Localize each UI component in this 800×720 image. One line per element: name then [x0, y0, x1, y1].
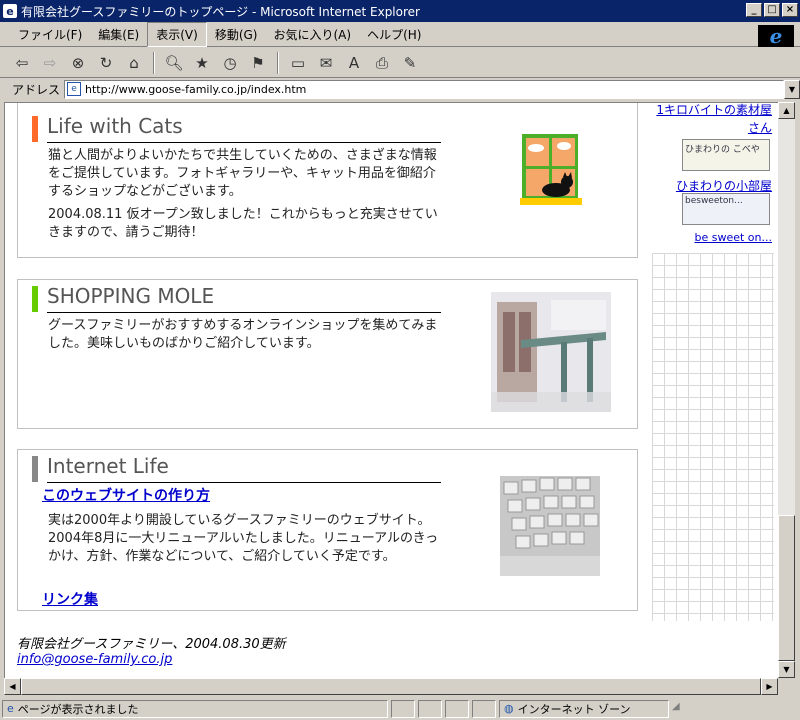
font-icon[interactable]: A: [342, 52, 366, 74]
sidebar-link-himawari[interactable]: ひまわりの小部屋: [676, 177, 772, 194]
menu-edit[interactable]: 編集(E): [90, 23, 147, 46]
forward-icon[interactable]: ⇨: [38, 52, 62, 74]
horizontal-scrollbar[interactable]: ◀ ▶: [4, 678, 778, 695]
cats-rule: [47, 142, 441, 143]
fullscreen-icon[interactable]: ▭: [286, 52, 310, 74]
shopping-text: グースファミリーがおすすめするオンラインショップを集めてみました。美味しいものば…: [48, 318, 438, 351]
internet-accent-bar: [32, 456, 38, 482]
status-text-pane: e ページが表示されました: [2, 699, 388, 718]
edit-icon[interactable]: ✎: [398, 52, 422, 74]
shop-window-image: [491, 292, 611, 412]
sidebar-banner-besweeton[interactable]: besweeton...: [682, 193, 770, 225]
status-pane-empty-1: [391, 699, 415, 718]
section-shopping: SHOPPING MOLE グースファミリーがおすすめするオンラインショップを集…: [17, 279, 638, 429]
ie-page-icon[interactable]: e: [3, 4, 17, 18]
address-label: アドレス: [12, 82, 61, 97]
close-button[interactable]: ×: [782, 3, 798, 17]
print-icon[interactable]: ⎙: [370, 52, 394, 74]
title-bar: e 有限会社グースファミリーのトップページ - Microsoft Intern…: [0, 0, 800, 22]
status-pane-empty-4: [472, 699, 496, 718]
sidebar-link-1kb[interactable]: 1キロバイトの素材屋さん: [654, 103, 772, 137]
footer-company: 有限会社グースファミリー、2004.08.30更新: [17, 637, 286, 652]
back-icon[interactable]: ⇦: [10, 52, 34, 74]
globe-icon: ◍: [504, 702, 514, 715]
internet-text: 実は2000年より開設しているグースファミリーのウェブサイト。2004年8月に一…: [48, 513, 439, 564]
scroll-up-button[interactable]: ▲: [778, 102, 795, 119]
cat-window-image: [520, 134, 582, 205]
maximize-button[interactable]: □: [764, 3, 780, 17]
vertical-scroll-thumb[interactable]: [778, 515, 795, 661]
keyboard-image: [500, 476, 600, 576]
status-bar: e ページが表示されました ◍ インターネット ゾーン ◢: [0, 697, 800, 720]
cats-text-1: 猫と人間がよりよいかたちで共生していくための、さまざまな情報をご提供しています。…: [48, 148, 437, 199]
history-icon[interactable]: ◷: [218, 52, 242, 74]
menu-go[interactable]: 移動(G): [207, 23, 266, 46]
menu-bar: ファイル(F) 編集(E) 表示(V) 移動(G) お気に入り(A) ヘルプ(H…: [0, 22, 800, 47]
resize-grip-icon[interactable]: ◢: [672, 701, 686, 717]
window-title: 有限会社グースファミリーのトップページ - Microsoft Internet…: [21, 4, 420, 19]
toolbar-separator: [277, 51, 279, 74]
minimize-button[interactable]: _: [746, 3, 762, 17]
address-dropdown-button[interactable]: ▼: [784, 79, 800, 99]
sidebar-banner-himawari[interactable]: ひまわりの こべや: [682, 139, 770, 171]
cats-text-2: 2004.08.11 仮オープン致しました！これからもっと充実させていきますので…: [48, 207, 438, 240]
banner-besweeton-text: besweeton...: [685, 196, 743, 206]
horizontal-scroll-thumb[interactable]: [21, 678, 761, 695]
refresh-icon[interactable]: ↻: [94, 52, 118, 74]
menu-view[interactable]: 表示(V): [147, 22, 207, 47]
shopping-accent-bar: [32, 286, 38, 312]
sidebar-link-besweeton[interactable]: be sweet on...: [694, 231, 772, 244]
cats-accent-bar: [32, 116, 38, 142]
favorites-icon[interactable]: ★: [190, 52, 214, 74]
address-url[interactable]: http://www.goose-family.co.jp/index.htm: [85, 83, 306, 96]
status-pane-empty-2: [418, 699, 442, 718]
address-bar: アドレス e http://www.goose-family.co.jp/ind…: [0, 78, 800, 100]
page-viewport: Life with Cats 猫と人間がよりよいかたちで共生していくための、さま…: [4, 102, 778, 678]
status-zone-pane: ◍ インターネット ゾーン: [499, 699, 669, 718]
channels-icon[interactable]: ⚑: [246, 52, 270, 74]
menu-favorites[interactable]: お気に入り(A): [265, 23, 359, 46]
shopping-rule: [47, 312, 441, 313]
scroll-left-button[interactable]: ◀: [4, 678, 21, 695]
website-howto-link[interactable]: このウェブサイトの作り方: [42, 485, 210, 505]
sidebar-grid-background: [652, 253, 774, 621]
footer-email-link[interactable]: info@goose-family.co.jp: [17, 652, 172, 667]
mail-icon[interactable]: ✉: [314, 52, 338, 74]
toolbar-separator: [153, 51, 155, 74]
status-pane-empty-3: [445, 699, 469, 718]
page-icon: e: [67, 82, 82, 96]
status-page-icon: e: [7, 702, 14, 715]
scroll-down-button[interactable]: ▼: [778, 661, 795, 678]
internet-rule: [47, 482, 441, 483]
right-sidebar: 1キロバイトの素材屋さん ひまわりの こべや ひまわりの小部屋 besweeto…: [652, 103, 774, 621]
menu-help[interactable]: ヘルプ(H): [359, 23, 429, 46]
internet-title: Internet Life: [47, 454, 169, 478]
address-input[interactable]: e http://www.goose-family.co.jp/index.ht…: [64, 79, 784, 99]
status-text: ページが表示されました: [17, 702, 139, 716]
home-icon[interactable]: ⌂: [122, 52, 146, 74]
ie-logo-icon: e: [758, 25, 794, 47]
scroll-right-button[interactable]: ▶: [761, 678, 778, 695]
vertical-scrollbar[interactable]: ▲ ▼: [778, 102, 795, 678]
section-cats: Life with Cats 猫と人間がよりよいかたちで共生していくための、さま…: [17, 103, 638, 258]
toolbar: ⇦ ⇨ ⊗ ↻ ⌂ 🔍︎ ★ ◷ ⚑ ▭ ✉ A ⎙ ✎: [0, 48, 800, 78]
search-icon[interactable]: 🔍︎: [162, 52, 186, 74]
banner-himawari-text: ひまわりの こべや: [685, 145, 760, 155]
cats-title: Life with Cats: [47, 114, 183, 138]
section-internet: Internet Life このウェブサイトの作り方 実は2000年より開設して…: [17, 449, 638, 611]
status-zone: インターネット ゾーン: [517, 702, 631, 716]
shopping-title: SHOPPING MOLE: [47, 284, 215, 308]
menu-file[interactable]: ファイル(F): [10, 23, 90, 46]
stop-icon[interactable]: ⊗: [66, 52, 90, 74]
link-collection-link[interactable]: リンク集: [42, 589, 98, 609]
